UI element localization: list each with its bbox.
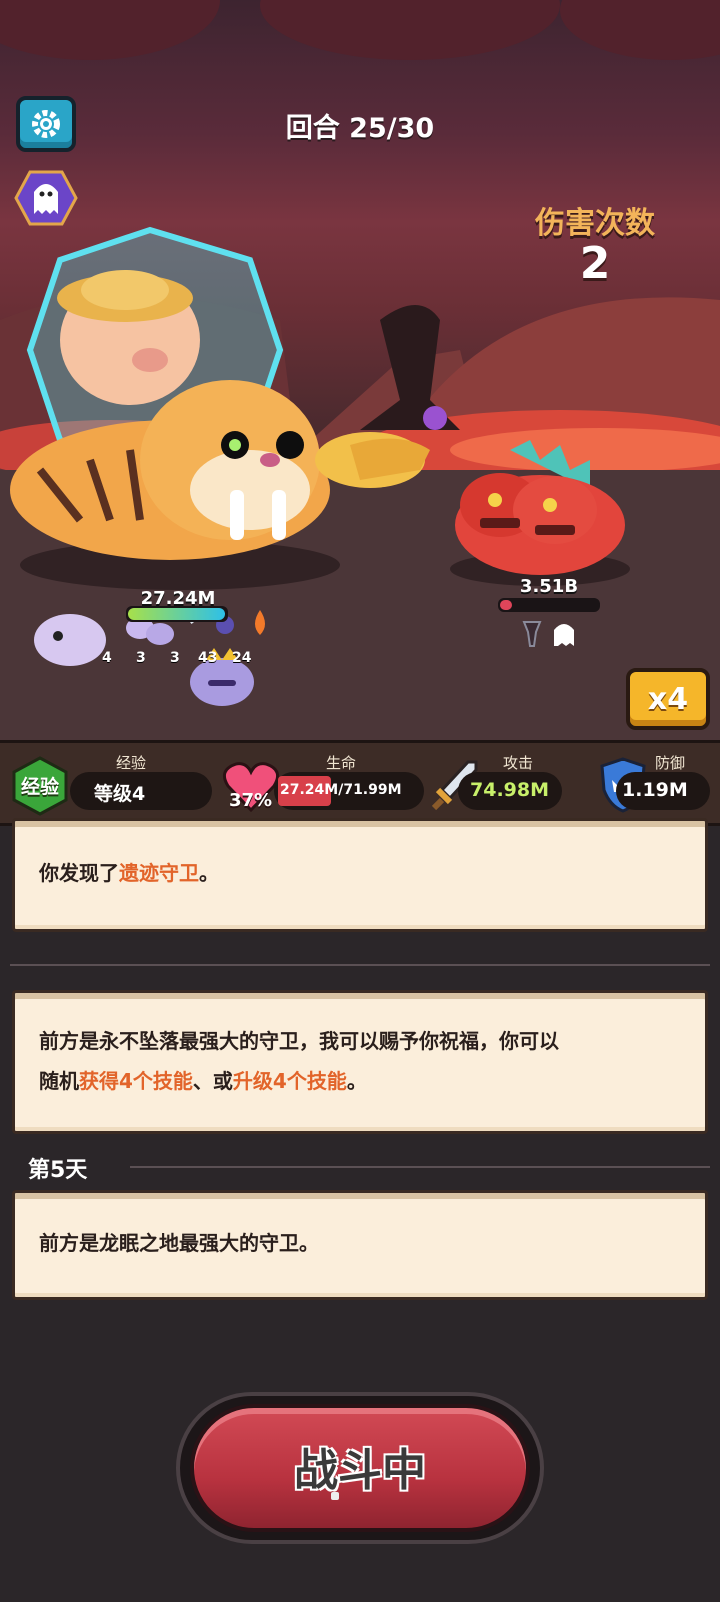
log-line: 随机获得4个技能、或升级4个技能。 — [39, 1061, 681, 1101]
buff-count: 4 — [102, 650, 112, 666]
battle-scene: 回合 25/30 伤害次数 2 27.24M 4 3 3 43 24 3.51B… — [0, 0, 720, 740]
buff-count: 3 — [170, 650, 180, 666]
log-entry: 前方是龙眠之地最强大的守卫。 — [12, 1190, 708, 1300]
log-entry-text: 前方是永不坠落最强大的守卫，我可以赐予你祝福，你可以 随机获得4个技能、或升级4… — [39, 1021, 681, 1101]
log-text: 前方是永不坠落最强大的守卫，我可以赐予你祝福，你可以 — [39, 1029, 559, 1053]
buff-count: 43 — [198, 650, 218, 666]
log-text: 前方是龙眠之地最强大的守卫。 — [39, 1231, 319, 1255]
buff-count: 24 — [232, 650, 252, 666]
log-text: 。 — [346, 1069, 367, 1093]
log-highlight: 遗迹守卫 — [119, 861, 199, 885]
buff-count: 3 — [136, 650, 146, 666]
defense-label: 防御 — [654, 754, 685, 772]
life-value: 27.24M/71.99M — [280, 782, 402, 798]
fight-button-label: 战斗中 — [294, 1445, 426, 1496]
player-hero-sprite — [10, 226, 447, 560]
life-label: 生命 — [325, 754, 356, 772]
attack-value: 74.98M — [470, 779, 550, 801]
cloud-decoration — [260, 0, 560, 60]
log-highlight: 获得4个技能 — [79, 1069, 193, 1093]
defense-value: 1.19M — [622, 779, 688, 801]
damage-count-title: 伤害次数 — [535, 206, 655, 241]
divider — [10, 964, 710, 966]
attack-label: 攻击 — [502, 754, 533, 772]
log-entry-text: 你发现了遗迹守卫。 — [39, 853, 681, 893]
cloud-decoration — [0, 0, 220, 60]
player-hp-bar — [126, 606, 228, 622]
log-text: 。 — [199, 861, 219, 885]
log-entry: 前方是永不坠落最强大的守卫，我可以赐予你祝福，你可以 随机获得4个技能、或升级4… — [12, 990, 708, 1134]
log-entry: 你发现了遗迹守卫。 — [12, 818, 708, 932]
day-label: 第5天 — [28, 1158, 88, 1183]
enemy-sprite — [455, 440, 625, 575]
settings-button[interactable] — [16, 96, 76, 152]
round-counter: 回合 25/30 — [285, 113, 435, 144]
damage-count-value: 2 — [579, 238, 611, 289]
cloud-decoration — [560, 0, 720, 60]
log-highlight: 升级4个技能 — [232, 1069, 347, 1093]
enemy-hp-fill — [500, 600, 512, 610]
log-text: 、或 — [192, 1069, 233, 1093]
ghost-icon — [14, 170, 78, 226]
loading-dot — [331, 1492, 339, 1500]
log-text: 你发现了 — [39, 861, 119, 885]
enemy-hp-text: 3.51B — [519, 576, 579, 597]
log-text: 随机 — [39, 1069, 79, 1093]
enemy-hp-bar — [498, 598, 600, 612]
xp-badge-text: 经验 — [20, 776, 59, 798]
life-percent: 37% — [229, 790, 273, 811]
player-hp-fill — [128, 608, 225, 620]
xp-value: 等级4 — [94, 783, 146, 805]
ghost-buff-badge[interactable] — [14, 168, 78, 228]
enemy-status-icons — [522, 621, 574, 647]
gear-icon — [32, 110, 60, 138]
speed-button[interactable]: x4 — [626, 668, 710, 730]
divider — [130, 1166, 710, 1168]
xp-label: 经验 — [115, 754, 146, 772]
